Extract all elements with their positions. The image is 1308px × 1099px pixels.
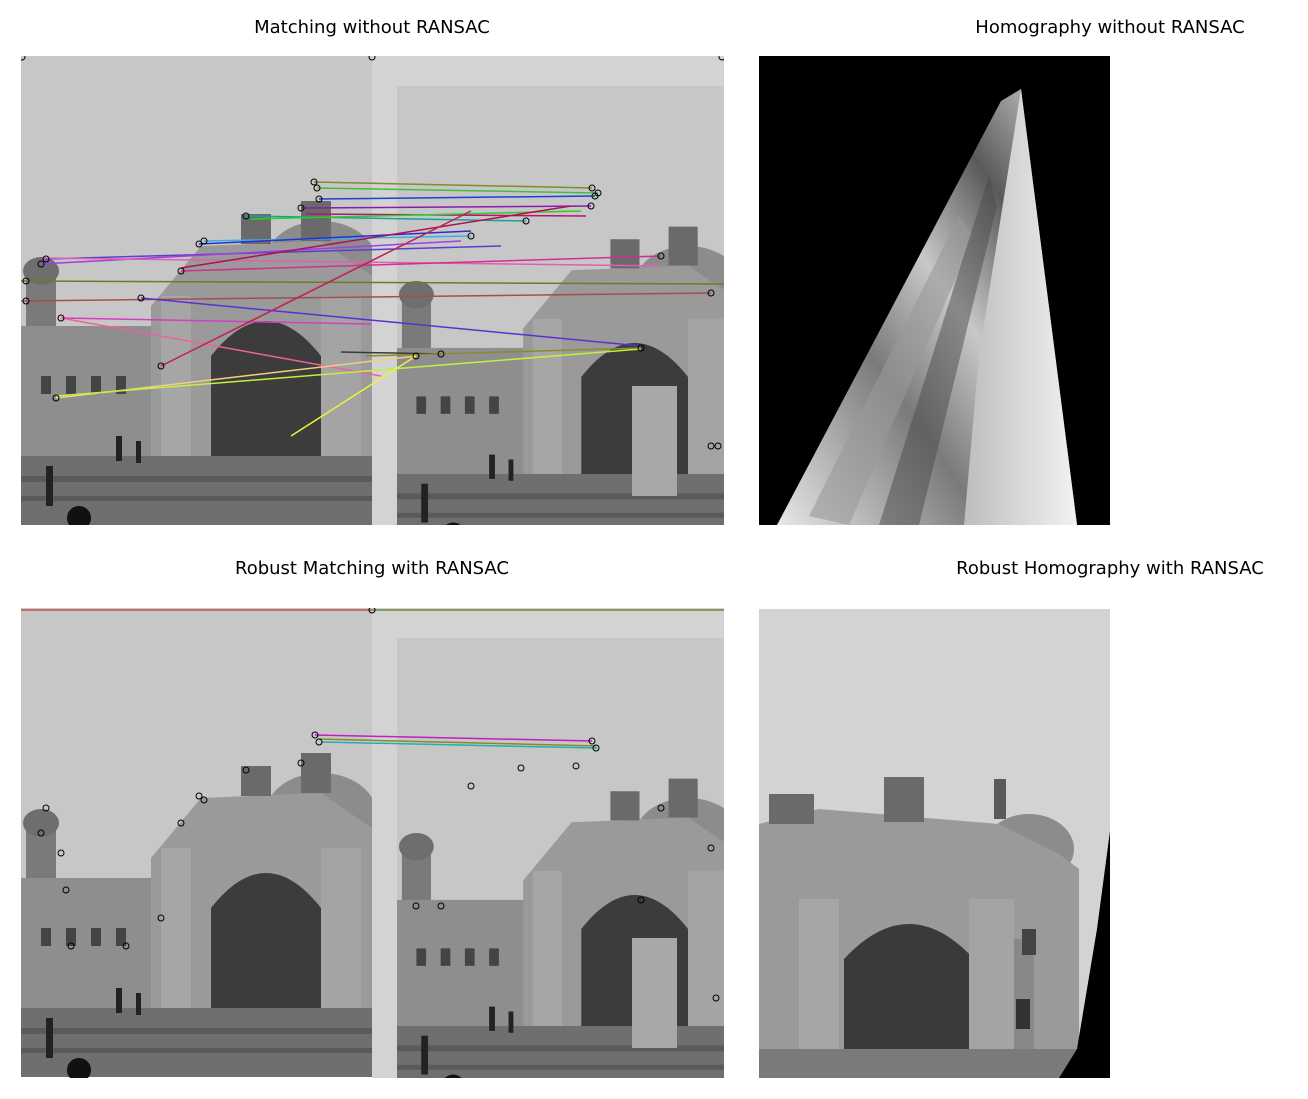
right-photo [372,56,724,525]
right-photo [372,608,724,1078]
title-matching-without-ransac: Matching without RANSAC [254,17,490,38]
title-robust-matching-with-ransac: Robust Matching with RANSAC [235,558,509,579]
robust-matching-with-ransac-image [21,608,724,1078]
title-homography-without-ransac: Homography without RANSAC [975,17,1245,38]
title-robust-homography-with-ransac: Robust Homography with RANSAC [956,558,1264,579]
robust-matching-with-ransac-panel [21,608,724,1078]
warped-building [759,777,1079,1078]
robust-homography-with-ransac-panel [759,609,1110,1078]
left-photo [21,56,376,525]
robust-homography-with-ransac-image [759,609,1110,1078]
matching-without-ransac-image [21,56,724,525]
left-photo [21,608,376,1078]
homography-without-ransac-image [759,56,1110,525]
homography-without-ransac-panel [759,56,1110,525]
matching-without-ransac-panel [21,56,724,525]
